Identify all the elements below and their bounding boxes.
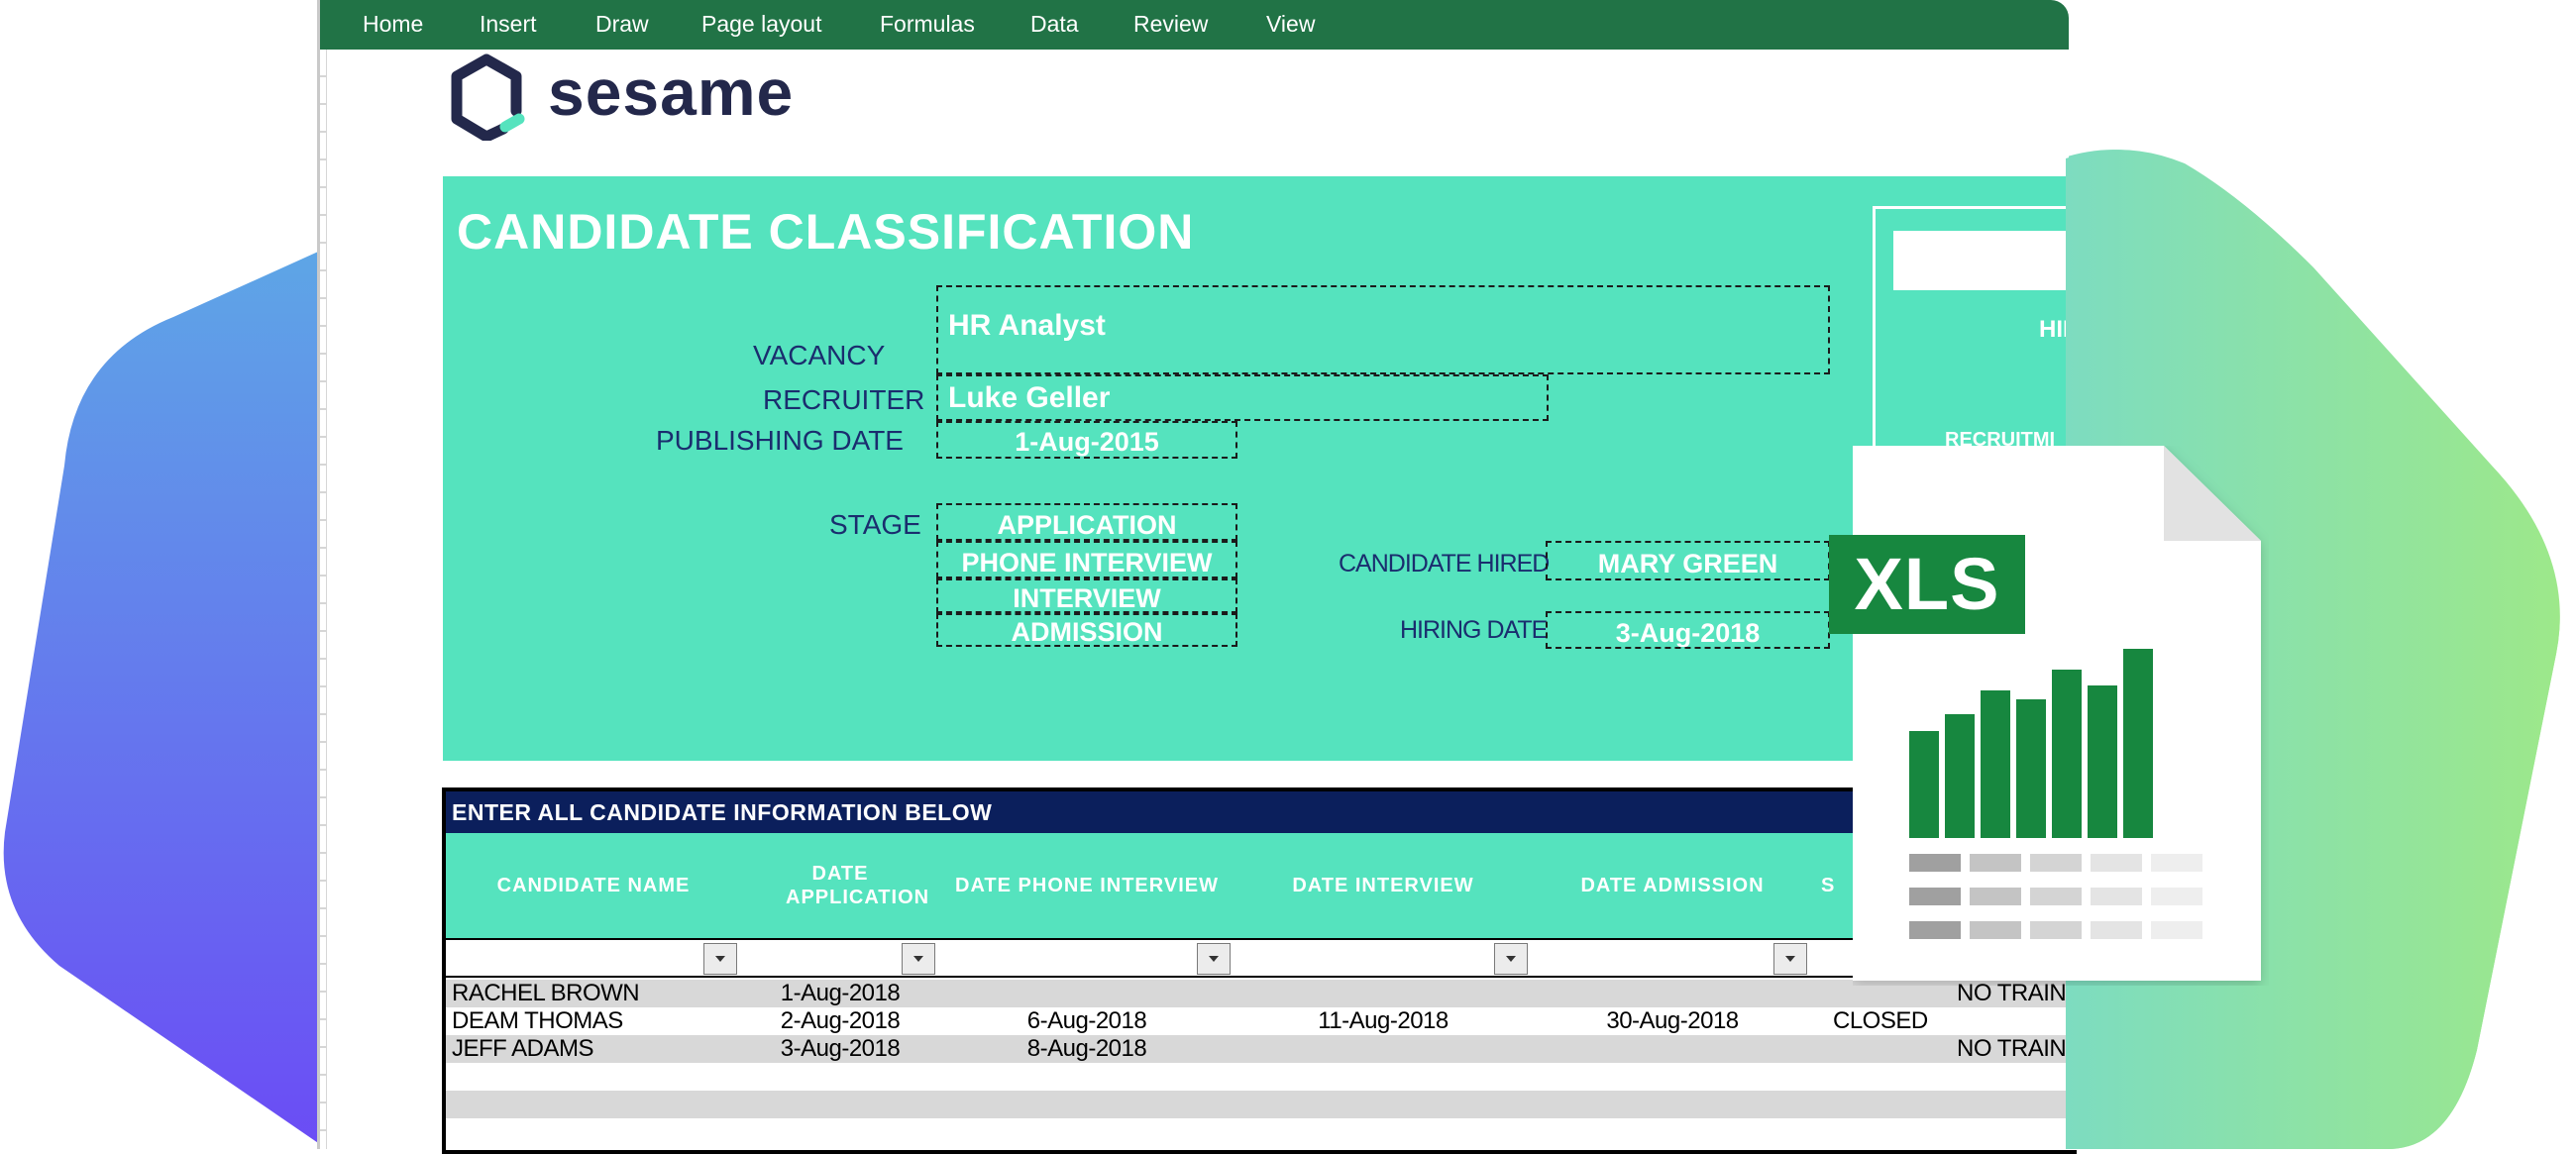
col-date-admission: DATE ADMISSION xyxy=(1580,875,1765,896)
hiring-date-field[interactable]: 3-Aug-2018 xyxy=(1546,611,1830,649)
column-headers: CANDIDATE NAME DATE APPLICATION DATE PHO… xyxy=(446,833,2081,938)
table-row[interactable]: JEFF ADAMS 3-Aug-2018 8-Aug-2018 NO TRAI… xyxy=(446,1035,2081,1063)
table-row[interactable]: DEAM THOMAS 2-Aug-2018 6-Aug-2018 11-Aug… xyxy=(446,1007,2081,1035)
tab-view[interactable]: View xyxy=(1266,10,1315,38)
tab-insert[interactable]: Insert xyxy=(480,10,537,38)
table-row[interactable]: RACHEL BROWN 1-Aug-2018 NO TRAIN xyxy=(446,980,2081,1007)
tab-formulas[interactable]: Formulas xyxy=(880,10,975,38)
cell-date-interview: 11-Aug-2018 xyxy=(1318,1007,1449,1034)
classification-panel xyxy=(443,176,2078,761)
cell-extra: NO TRAIN xyxy=(1957,1035,2067,1062)
cell-date-admission: 30-Aug-2018 xyxy=(1606,1007,1739,1034)
row-gridlines xyxy=(320,50,327,1149)
hiring-date-label: HIRING DATE xyxy=(1400,616,1548,644)
col-date-phone-interview: DATE PHONE INTERVIEW xyxy=(955,875,1219,896)
cell-status: CLOSED xyxy=(1833,1007,1928,1034)
recruiter-label: RECRUITER xyxy=(763,384,925,415)
xls-badge: XLS xyxy=(1829,535,2025,634)
cell-name: RACHEL BROWN xyxy=(452,980,640,1006)
cell-date-application: 2-Aug-2018 xyxy=(780,1007,901,1034)
cell-date-application: 3-Aug-2018 xyxy=(780,1035,901,1062)
stage-label: STAGE xyxy=(829,509,921,540)
vacancy-field[interactable]: HR Analyst xyxy=(936,285,1830,374)
sesame-logo-icon xyxy=(451,53,525,141)
xls-table-lines xyxy=(1909,854,2202,939)
tab-review[interactable]: Review xyxy=(1133,10,1208,38)
table-row[interactable] xyxy=(446,1118,2081,1146)
vacancy-label: VACANCY xyxy=(753,340,886,370)
recruiter-field[interactable]: Luke Geller xyxy=(936,374,1549,421)
stage-application[interactable]: APPLICATION xyxy=(936,503,1237,541)
col-date-application-label: DATE APPLICATION xyxy=(786,863,930,908)
table-header-title: ENTER ALL CANDIDATE INFORMATION BELOW xyxy=(452,799,993,825)
summary-white-field xyxy=(1893,231,2072,290)
xls-file-icon xyxy=(1853,446,2261,981)
stage-phone-interview[interactable]: PHONE INTERVIEW xyxy=(936,541,1237,578)
cell-name: JEFF ADAMS xyxy=(452,1035,594,1062)
cell-date-phone: 8-Aug-2018 xyxy=(1026,1035,1147,1062)
filter-dropdown-icon[interactable] xyxy=(902,943,935,975)
publishing-date-label: PUBLISHING DATE xyxy=(656,425,904,456)
table-row[interactable] xyxy=(446,1091,2081,1118)
tab-draw[interactable]: Draw xyxy=(595,10,649,38)
filter-row xyxy=(446,938,2081,978)
table-header-bar: ENTER ALL CANDIDATE INFORMATION BELOW xyxy=(446,791,2081,833)
tab-data[interactable]: Data xyxy=(1030,10,1079,38)
candidate-hired-label: CANDIDATE HIRED xyxy=(1339,550,1550,577)
ribbon-menu: Home Insert Draw Page layout Formulas Da… xyxy=(320,0,2069,50)
col-date-application: DATE APPLICATION xyxy=(741,833,939,938)
stage-admission[interactable]: ADMISSION xyxy=(936,613,1237,647)
filter-dropdown-icon[interactable] xyxy=(1197,943,1231,975)
filter-dropdown-icon[interactable] xyxy=(1494,943,1528,975)
tab-page-layout[interactable]: Page layout xyxy=(701,10,821,38)
filter-dropdown-icon[interactable] xyxy=(1773,943,1807,975)
filter-dropdown-icon[interactable] xyxy=(703,943,737,975)
cell-name: DEAM THOMAS xyxy=(452,1007,623,1034)
col-date-interview: DATE INTERVIEW xyxy=(1292,875,1474,896)
cell-date-phone: 6-Aug-2018 xyxy=(1026,1007,1147,1034)
summary-box: HII RECRUITMI xyxy=(1873,206,2072,473)
publishing-date-field[interactable]: 1-Aug-2015 xyxy=(936,421,1237,459)
tab-home[interactable]: Home xyxy=(363,10,423,38)
candidate-hired-field[interactable]: MARY GREEN xyxy=(1546,541,1830,580)
background-left-shape xyxy=(3,248,328,1149)
cell-date-application: 1-Aug-2018 xyxy=(780,980,901,1006)
table-row[interactable] xyxy=(446,1063,2081,1091)
page-title: CANDIDATE CLASSIFICATION xyxy=(457,204,1195,260)
stage-interview[interactable]: INTERVIEW xyxy=(936,578,1237,613)
sesame-logo-text: sesame xyxy=(548,55,795,129)
col-candidate-name: CANDIDATE NAME xyxy=(496,875,691,896)
